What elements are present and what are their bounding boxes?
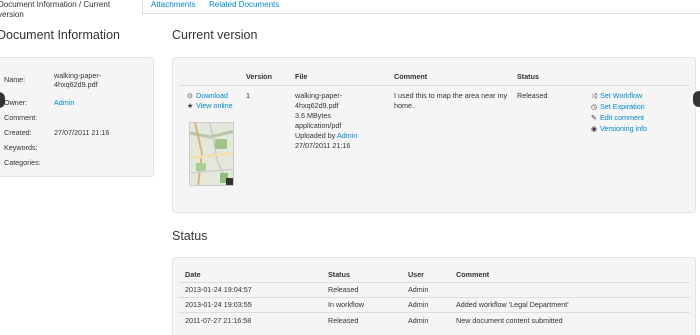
versioning-info-link[interactable]: ◉ Versioning info [591,124,647,135]
table-divider [178,297,690,298]
status-date: 2011-07-27 21:16:58 [185,316,252,325]
status-user: Admin [408,316,429,325]
column-header-date: Date [185,270,201,279]
version-comment: I used this to map the area near my home… [394,91,508,110]
column-header-file: File [295,72,308,81]
column-header-version: Version [246,72,272,81]
versioning-info-label: Versioning info [600,124,648,133]
tab-attachments[interactable]: Attachments [146,0,200,14]
status-user: Admin [408,285,429,294]
status-date: 2013-01-24 19:04:57 [185,285,252,294]
column-header-user: User [408,270,424,279]
document-thumbnail[interactable] [189,122,234,186]
info-label: Name: [4,75,26,84]
owner-link[interactable]: Admin [54,98,116,107]
table-divider [178,85,690,86]
file-name-line: walking-paper- [295,91,343,100]
info-label: Created: [4,128,32,137]
info-icon: ◉ [591,126,598,133]
status-comment: New document content submitted [456,316,563,325]
table-divider [178,282,690,283]
uploader-link[interactable]: Admin [337,131,357,140]
edit-comment-link[interactable]: ✎ Edit comment [591,113,644,124]
status-date: 2013-01-24 19:03:55 [185,300,252,309]
uploaded-by-label: Uploaded by [295,131,336,140]
current-version-heading: Current version [172,28,258,42]
status-heading: Status [172,229,208,243]
column-header-status: Status [517,72,539,81]
shuffle-icon: ⤨ [591,93,597,100]
file-mimetype: application/pdf [295,121,342,130]
status-user: Admin [408,300,429,309]
set-workflow-link[interactable]: ⤨ Set Workflow [591,91,642,102]
document-information-panel: Name: walking-paper-4hxq62d9.pdf Owner: … [0,57,154,177]
set-expiration-label: Set Expiration [600,102,645,111]
star-icon: ★ [187,103,194,110]
file-size: 3.6 MBytes [295,111,331,120]
set-expiration-link[interactable]: ◷ Set Expiration [591,102,645,113]
view-online-link[interactable]: ★ View online [187,101,233,112]
info-label: Keywords: [4,143,38,152]
column-header-comment: Comment [394,72,428,81]
info-label: Categories: [4,158,41,167]
download-label: Download [196,91,228,100]
upload-date: 27/07/2011 21:16 [295,141,351,150]
clock-icon: ◷ [591,104,598,111]
document-information-heading: Document Information [0,28,120,42]
column-header-comment: Comment [456,270,490,279]
edit-comment-label: Edit comment [600,113,644,122]
view-online-label: View online [196,101,233,110]
set-workflow-label: Set Workflow [600,91,643,100]
tab-related-documents[interactable]: Related Documents [204,0,284,14]
version-status: Released [517,91,548,100]
status-value: Released [328,285,359,294]
tab-document-information[interactable]: Document Information / Current version [0,0,143,19]
status-value: Released [328,316,359,325]
tab-bar: Document Information / Current version A… [0,0,700,19]
status-value: In workflow [328,300,364,309]
table-divider [178,312,690,313]
uploaded-by-line: Uploaded by Admin [295,131,385,141]
edit-icon: ✎ [591,115,597,122]
info-value: 27/07/2011 21:16 [54,128,110,137]
carousel-handle-right[interactable] [693,91,700,107]
file-info: walking-paper- 4hxq62d9.pdf 3.6 MBytes a… [295,91,385,151]
version-number: 1 [246,91,250,100]
status-comment: Added workflow 'Legal Department' [456,300,569,309]
file-name-line: 4hxq62d9.pdf [295,101,339,110]
info-value: walking-paper-4hxq62d9.pdf [54,71,102,89]
column-header-status: Status [328,270,350,279]
info-label: Owner: [4,98,28,107]
info-label: Comment: [4,113,38,122]
map-thumbnail-image [190,123,233,185]
